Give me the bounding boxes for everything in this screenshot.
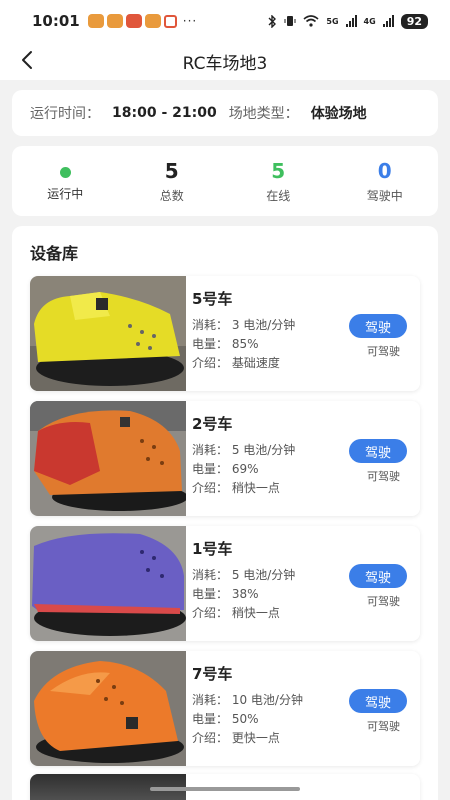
- car-5-image: [30, 276, 186, 391]
- device-battery: 电量： 38%: [192, 587, 259, 601]
- device-card-1[interactable]: 1号车 消耗： 5 电池/分钟 电量： 38% 介绍： 稍快一点 驾驶 可驾驶: [30, 526, 420, 641]
- app-notification-icon: [163, 14, 177, 28]
- device-name: 1号车: [192, 540, 233, 558]
- device-name: 2号车: [192, 415, 233, 433]
- notification-icons: [87, 14, 177, 28]
- vibrate-icon: [284, 16, 296, 26]
- app-notification-icon: [106, 14, 123, 28]
- device-library-title: 设备库: [30, 244, 79, 263]
- drive-status: 可驾驶: [367, 345, 400, 358]
- running-status: 运行中: [12, 146, 119, 216]
- venue-type-value: 体验场地: [310, 106, 367, 122]
- device-consumption: 消耗： 5 电池/分钟: [192, 443, 296, 457]
- status-time: 10:01: [32, 12, 80, 30]
- running-status-dot: [59, 166, 71, 178]
- car-2-image: [30, 401, 186, 516]
- car-7-image: [30, 651, 186, 766]
- drive-status: 可驾驶: [367, 720, 400, 733]
- stat-driving: 0 驾驶中: [332, 146, 439, 216]
- venue-info-card: 运行时间： 18:00 - 21:00 场地类型： 体验场地: [12, 90, 438, 136]
- device-name: 7号车: [192, 665, 233, 683]
- device-battery: 电量： 69%: [192, 462, 259, 476]
- wifi-icon: [303, 15, 319, 27]
- network-5g-label: 5G: [326, 16, 339, 26]
- app-notification-icon: [87, 14, 104, 28]
- stat-online-value: 5: [271, 158, 286, 183]
- run-time-label: 运行时间：: [30, 106, 100, 122]
- stat-driving-label: 驾驶中: [366, 188, 403, 203]
- stat-driving-value: 0: [377, 158, 392, 183]
- stat-total: 5 总数: [119, 146, 226, 216]
- device-battery: 电量： 85%: [192, 337, 259, 351]
- device-card-5[interactable]: 5号车 消耗： 3 电池/分钟 电量： 85% 介绍： 基础速度 驾驶 可驾驶: [30, 276, 420, 391]
- network-4g-label: 4G: [363, 16, 376, 26]
- more-notifications-icon: ···: [182, 14, 198, 28]
- device-card-7[interactable]: 7号车 消耗： 10 电池/分钟 电量： 50% 介绍： 更快一点 驾驶 可驾驶: [30, 651, 420, 766]
- signal-4g-icon: [382, 15, 394, 27]
- drive-status: 可驾驶: [367, 595, 400, 608]
- running-status-label: 运行中: [47, 186, 84, 201]
- device-intro: 介绍： 稍快一点: [192, 606, 280, 620]
- device-intro: 介绍： 更快一点: [192, 731, 280, 745]
- device-battery: 电量： 50%: [192, 712, 259, 726]
- drive-button[interactable]: 驾驶: [349, 314, 407, 338]
- stat-total-label: 总数: [159, 188, 184, 203]
- drive-button[interactable]: 驾驶: [349, 439, 407, 463]
- drive-status: 可驾驶: [367, 470, 400, 483]
- stat-total-value: 5: [164, 158, 179, 183]
- stat-online: 5 在线: [225, 146, 332, 216]
- venue-type-label: 场地类型：: [228, 106, 299, 122]
- nav-bar: RC车场地3: [0, 42, 450, 80]
- status-bar: 10:01 ··· 5G 4G 92: [0, 0, 450, 42]
- device-intro: 介绍： 稍快一点: [192, 481, 280, 495]
- battery-icon: 92: [400, 13, 428, 29]
- device-consumption: 消耗： 5 电池/分钟: [192, 568, 296, 582]
- app-notification-icon: [144, 14, 161, 28]
- device-name: 5号车: [192, 290, 233, 308]
- stats-card: 运行中 5 总数 5 在线 0 驾驶中: [12, 146, 438, 216]
- bluetooth-icon: [268, 14, 277, 28]
- app-notification-icon: [125, 14, 142, 28]
- device-consumption: 消耗： 10 电池/分钟: [192, 693, 303, 707]
- home-indicator[interactable]: [150, 787, 300, 791]
- device-card-2[interactable]: 2号车 消耗： 5 电池/分钟 电量： 69% 介绍： 稍快一点 驾驶 可驾驶: [30, 401, 420, 516]
- drive-button[interactable]: 驾驶: [349, 564, 407, 588]
- car-1-image: [30, 526, 186, 641]
- stat-online-label: 在线: [266, 188, 291, 203]
- device-library: 设备库 5号车 消耗： 3 电池/分钟 电量： 85% 介绍： 基础速度 驾驶 …: [12, 226, 438, 800]
- drive-button[interactable]: 驾驶: [349, 689, 407, 713]
- device-intro: 介绍： 基础速度: [192, 356, 280, 370]
- device-consumption: 消耗： 3 电池/分钟: [192, 318, 296, 332]
- system-icons: 5G 4G 92: [267, 13, 428, 29]
- run-time-value: 18:00 - 21:00: [112, 105, 217, 121]
- back-arrow-icon[interactable]: [16, 48, 40, 72]
- page-title: RC车场地3: [182, 53, 268, 74]
- signal-5g-icon: [345, 15, 357, 27]
